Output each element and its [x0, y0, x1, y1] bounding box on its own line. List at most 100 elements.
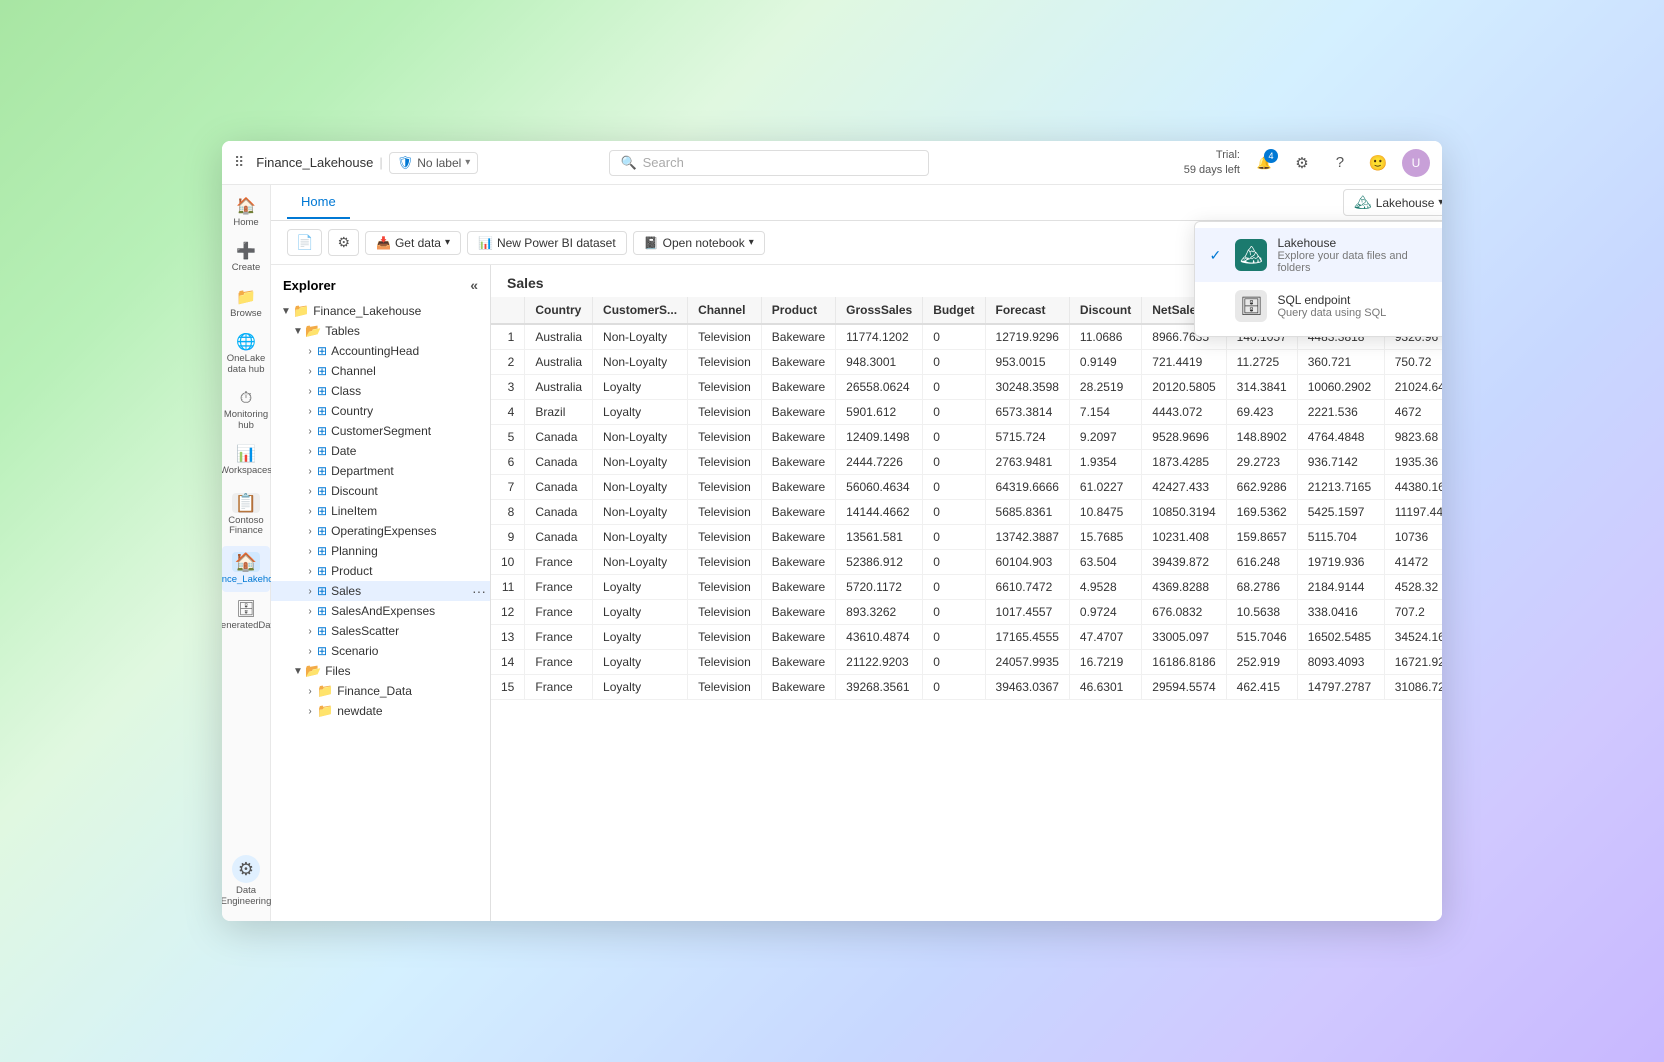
tree-root-finance[interactable]: ▼ 📁 Finance_Lakehouse [271, 301, 490, 321]
sidebar-item-browse[interactable]: 📁 Browse [222, 284, 270, 325]
tree-table-lineitem[interactable]: › ⊞ LineItem ··· [271, 501, 490, 521]
table-icon: ⊞ [317, 364, 327, 378]
table-cell: Television [688, 400, 762, 425]
lakehouse-dropdown-button[interactable]: 🏔 Lakehouse ▾ [1343, 189, 1442, 216]
explorer-collapse-button[interactable]: « [470, 277, 478, 293]
table-cell: Bakeware [761, 475, 835, 500]
tree-table-scenario[interactable]: › ⊞ Scenario ··· [271, 641, 490, 661]
tree-file-finance_data[interactable]: › 📁 Finance_Data [271, 681, 490, 701]
tree-table-department[interactable]: › ⊞ Department ··· [271, 461, 490, 481]
table-icon: ⊞ [317, 384, 327, 398]
open-notebook-button[interactable]: 📓 Open notebook ▾ [633, 231, 765, 255]
tree-table-sales[interactable]: › ⊞ Sales ··· [271, 581, 490, 601]
sidebar-item-onelake[interactable]: 🌐 OneLake data hub [222, 329, 270, 381]
tree-table-salesscatter[interactable]: › ⊞ SalesScatter ··· [271, 621, 490, 641]
table-row[interactable]: 3AustraliaLoyaltyTelevisionBakeware26558… [491, 375, 1442, 400]
table-row[interactable]: 13FranceLoyaltyTelevisionBakeware43610.4… [491, 625, 1442, 650]
new-item-button[interactable]: 📄 [287, 229, 322, 256]
sql-menu-icon: 🗄 [1235, 290, 1267, 322]
tab-home[interactable]: Home [287, 186, 350, 219]
data-engineering-icon: ⚙ [232, 855, 260, 883]
tree-table-country[interactable]: › ⊞ Country ··· [271, 401, 490, 421]
data-table-wrap[interactable]: CountryCustomerS...ChannelProductGrossSa… [491, 297, 1442, 700]
dropdown-item-lakehouse-text: Lakehouse Explore your data files and fo… [1277, 236, 1439, 274]
sidebar-item-generated[interactable]: 🗄 GeneratedData [222, 596, 270, 637]
tree-files-group[interactable]: ▼ 📂 Files [271, 661, 490, 681]
tree-table-planning[interactable]: › ⊞ Planning ··· [271, 541, 490, 561]
table-cell: Non-Loyalty [593, 350, 688, 375]
table-icon: ⊞ [317, 604, 327, 618]
table-row[interactable]: 7CanadaNon-LoyaltyTelevisionBakeware5606… [491, 475, 1442, 500]
tree-table-discount[interactable]: › ⊞ Discount ··· [271, 481, 490, 501]
tables-chevron-icon: ▼ [291, 326, 305, 337]
table-cell: Non-Loyalty [593, 425, 688, 450]
avatar[interactable]: U [1402, 149, 1430, 177]
table-row[interactable]: 5CanadaNon-LoyaltyTelevisionBakeware1240… [491, 425, 1442, 450]
get-data-label: Get data [395, 236, 441, 250]
sidebar-item-monitoring[interactable]: ⏱ Monitoring hub [222, 385, 270, 437]
feedback-icon[interactable]: 🙂 [1364, 149, 1392, 177]
table-cell: Non-Loyalty [593, 525, 688, 550]
table-cell: 15.7685 [1069, 525, 1141, 550]
sidebar-item-workspaces[interactable]: 📊 Workspaces [222, 441, 270, 482]
sidebar-item-contoso[interactable]: 📋 Contoso Finance [222, 487, 270, 543]
tree-table-customersegment[interactable]: › ⊞ CustomerSegment ··· [271, 421, 490, 441]
dropdown-item-lakehouse[interactable]: ✓ 🏔 Lakehouse Explore your data files an… [1195, 228, 1442, 282]
tree-table-channel[interactable]: › ⊞ Channel ··· [271, 361, 490, 381]
sidebar-label-workspaces: Workspaces [222, 466, 272, 476]
new-dataset-button[interactable]: 📊 New Power BI dataset [467, 231, 627, 255]
table-row[interactable]: 10FranceNon-LoyaltyTelevisionBakeware523… [491, 550, 1442, 575]
label-badge[interactable]: 🛡 No label ▾ [389, 152, 479, 174]
table-row[interactable]: 8CanadaNon-LoyaltyTelevisionBakeware1414… [491, 500, 1442, 525]
search-box[interactable]: 🔍 Search [609, 150, 929, 176]
settings-icon[interactable]: ⚙ [1288, 149, 1316, 177]
table-row[interactable]: 2AustraliaNon-LoyaltyTelevisionBakeware9… [491, 350, 1442, 375]
tree-file-newdate[interactable]: › 📁 newdate [271, 701, 490, 721]
table-cell: Television [688, 525, 762, 550]
get-data-button[interactable]: 📥 Get data ▾ [365, 231, 461, 255]
tree-tables-group[interactable]: ▼ 📂 Tables [271, 321, 490, 341]
notification-button[interactable]: 🔔 4 [1250, 149, 1278, 177]
table-row[interactable]: 15FranceLoyaltyTelevisionBakeware39268.3… [491, 675, 1442, 700]
table-cell: Non-Loyalty [593, 450, 688, 475]
tree-table-class[interactable]: › ⊞ Class ··· [271, 381, 490, 401]
file-chevron-icon: › [303, 686, 317, 697]
dropdown-item-sql[interactable]: ✓ 🗄 SQL endpoint Query data using SQL [1195, 282, 1442, 330]
tree-table-operatingexpenses[interactable]: › ⊞ OperatingExpenses ··· [271, 521, 490, 541]
tree-table-accountinghead[interactable]: › ⊞ AccountingHead ··· [271, 341, 490, 361]
table-cell: Non-Loyalty [593, 324, 688, 350]
table-row[interactable]: 6CanadaNon-LoyaltyTelevisionBakeware2444… [491, 450, 1442, 475]
table-row[interactable]: 12FranceLoyaltyTelevisionBakeware893.326… [491, 600, 1442, 625]
table-cell: 17165.4555 [985, 625, 1069, 650]
browse-icon: 📁 [236, 290, 256, 306]
table-row[interactable]: 11FranceLoyaltyTelevisionBakeware5720.11… [491, 575, 1442, 600]
table-more-icon[interactable]: ··· [472, 583, 486, 599]
finance-icon: 🏠 [232, 552, 260, 572]
notification-count: 4 [1264, 149, 1278, 163]
empty-check: ✓ [1209, 298, 1225, 315]
table-row[interactable]: 14FranceLoyaltyTelevisionBakeware21122.9… [491, 650, 1442, 675]
table-cell: Loyalty [593, 375, 688, 400]
table-label: Sales [331, 584, 472, 598]
table-cell: 0 [923, 575, 985, 600]
tree-table-salesandexpenses[interactable]: › ⊞ SalesAndExpenses ··· [271, 601, 490, 621]
table-row[interactable]: 4BrazilLoyaltyTelevisionBakeware5901.612… [491, 400, 1442, 425]
tree-table-product[interactable]: › ⊞ Product ··· [271, 561, 490, 581]
help-icon[interactable]: ? [1326, 149, 1354, 177]
tree-table-date[interactable]: › ⊞ Date ··· [271, 441, 490, 461]
sidebar-item-data-engineering[interactable]: ⚙ Data Engineering [222, 849, 270, 913]
sidebar-item-home[interactable]: 🏠 Home [222, 193, 270, 234]
table-cell: Bakeware [761, 525, 835, 550]
sidebar-label-browse: Browse [230, 309, 262, 319]
col-header-2: CustomerS... [593, 297, 688, 324]
explorer-title: Explorer [283, 278, 336, 293]
table-icon: ⊞ [317, 584, 327, 598]
grid-icon[interactable]: ⠿ [234, 154, 244, 171]
table-cell: 750.72 [1384, 350, 1442, 375]
sidebar-item-finance[interactable]: 🏠 Finance_Lakehouse [222, 546, 270, 591]
table-row[interactable]: 9CanadaNon-LoyaltyTelevisionBakeware1356… [491, 525, 1442, 550]
settings-button[interactable]: ⚙ [328, 229, 359, 256]
table-cell: 1017.4557 [985, 600, 1069, 625]
sidebar-item-create[interactable]: ➕ Create [222, 238, 270, 279]
table-chevron-icon: › [303, 426, 317, 437]
